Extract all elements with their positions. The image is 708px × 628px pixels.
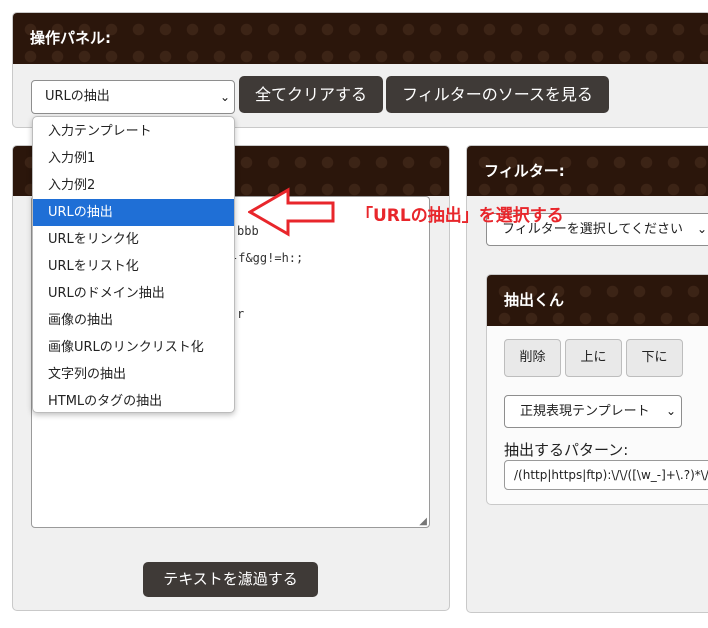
view-filter-source-button[interactable]: フィルターのソースを見る bbox=[386, 76, 609, 113]
delete-label: 削除 bbox=[519, 350, 546, 365]
chevron-down-icon: ⌄ bbox=[696, 222, 707, 236]
pattern-input[interactable]: /(http|https|ftp):\/\/([\w_-]+\.?)*\/?( bbox=[504, 460, 708, 490]
dropdown-option[interactable]: HTMLのタグの抽出 bbox=[33, 388, 234, 415]
delete-button[interactable]: 削除 bbox=[504, 339, 561, 377]
chevron-down-icon: ⌄ bbox=[219, 90, 230, 104]
extract-template-dropdown: 入力テンプレート 入力例1 入力例2 URLの抽出 URLをリンク化 URLをリ… bbox=[32, 116, 235, 413]
filter-panel-header: フィルター: bbox=[467, 146, 708, 196]
move-up-label: 上に bbox=[580, 350, 607, 365]
dropdown-option[interactable]: 文字列の抽出 bbox=[33, 361, 234, 388]
dropdown-option[interactable]: 入力例2 bbox=[33, 172, 234, 199]
dropdown-option[interactable]: URLのドメイン抽出 bbox=[33, 280, 234, 307]
dropdown-option[interactable]: 画像の抽出 bbox=[33, 307, 234, 334]
dropdown-option-selected[interactable]: URLの抽出 bbox=[33, 199, 234, 226]
move-down-label: 下に bbox=[641, 350, 668, 365]
dropdown-option[interactable]: 画像URLのリンクリスト化 bbox=[33, 334, 234, 361]
pattern-value: /(http|https|ftp):\/\/([\w_-]+\.?)*\/?( bbox=[514, 468, 708, 482]
dropdown-option[interactable]: 入力例1 bbox=[33, 145, 234, 172]
left-arrow-icon bbox=[248, 187, 335, 237]
operation-panel-header: 操作パネル: bbox=[13, 13, 708, 64]
dropdown-option[interactable]: 入力テンプレート bbox=[33, 118, 234, 145]
clear-all-label: 全てクリアする bbox=[254, 85, 367, 104]
move-down-button[interactable]: 下に bbox=[626, 339, 683, 377]
resize-handle-icon[interactable]: ◢ bbox=[419, 516, 427, 527]
chevron-down-icon: ⌄ bbox=[665, 404, 676, 418]
dropdown-option[interactable]: URLをリンク化 bbox=[33, 226, 234, 253]
regex-template-value: 正規表現テンプレート bbox=[520, 404, 650, 419]
regex-template-select[interactable]: 正規表現テンプレート ⌄ bbox=[504, 395, 682, 428]
view-filter-source-label: フィルターのソースを見る bbox=[402, 85, 593, 104]
extract-template-select[interactable]: URLの抽出 ⌄ bbox=[31, 80, 235, 114]
extractor-title: 抽出くん bbox=[504, 291, 565, 309]
extractor-panel-header: 抽出くん bbox=[487, 275, 708, 326]
move-up-button[interactable]: 上に bbox=[565, 339, 622, 377]
clear-all-button[interactable]: 全てクリアする bbox=[239, 76, 383, 113]
dropdown-option[interactable]: URLをリスト化 bbox=[33, 253, 234, 280]
filter-text-button[interactable]: テキストを濾過する bbox=[143, 562, 318, 597]
filter-panel-title: フィルター: bbox=[484, 162, 565, 180]
input-text-line: r bbox=[237, 307, 245, 321]
input-text-line: -f&gg!=h:; bbox=[231, 251, 304, 265]
filter-text-label: テキストを濾過する bbox=[163, 570, 298, 588]
pattern-label: 抽出するパターン: bbox=[504, 441, 629, 459]
extract-template-value: URLの抽出 bbox=[45, 89, 110, 104]
annotation-text: 「URLの抽出」を選択する bbox=[356, 206, 564, 226]
operation-panel-title: 操作パネル: bbox=[30, 29, 111, 47]
